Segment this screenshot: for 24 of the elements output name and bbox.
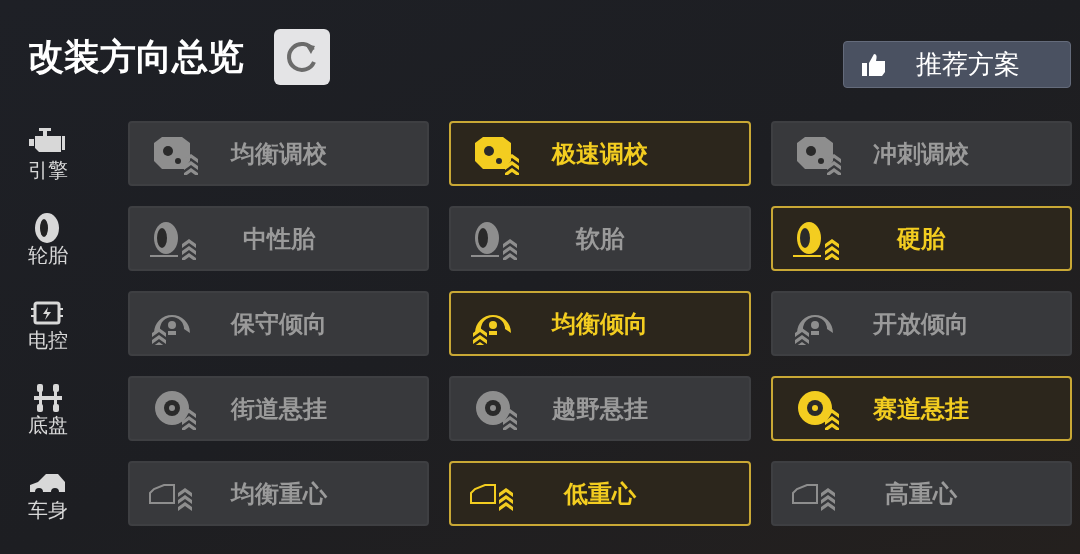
option-card[interactable]: 开放倾向 — [770, 291, 1072, 356]
option-card[interactable]: 均衡倾向 — [449, 291, 751, 356]
option-card[interactable]: 保守倾向 — [128, 291, 430, 356]
option-card[interactable]: 街道悬挂 — [128, 376, 430, 441]
thumbs-up-icon — [862, 53, 886, 76]
option-card[interactable]: 中性胎 — [128, 206, 430, 271]
option-card[interactable]: 赛道悬挂 — [770, 376, 1072, 441]
option-card[interactable]: 极速调校 — [449, 121, 751, 186]
category-label: 轮胎 — [28, 244, 68, 265]
option-card[interactable]: 越野悬挂 — [449, 376, 751, 441]
option-card[interactable]: 均衡调校 — [128, 121, 430, 186]
option-card[interactable]: 高重心 — [770, 461, 1072, 526]
recommend-button[interactable]: 推荐方案 — [843, 41, 1071, 88]
option-card[interactable]: 冲刺调校 — [770, 121, 1072, 186]
category-label: 电控 — [28, 329, 68, 350]
category-label: 车身 — [28, 499, 68, 520]
refresh-button[interactable] — [274, 29, 330, 85]
option-card[interactable]: 硬胎 — [770, 206, 1072, 271]
page-title: 改装方向总览 — [28, 39, 244, 75]
category-label: 引擎 — [28, 159, 68, 180]
option-card[interactable]: 软胎 — [449, 206, 751, 271]
option-card[interactable]: 低重心 — [449, 461, 751, 526]
category-label: 底盘 — [28, 414, 68, 435]
option-card[interactable]: 均衡重心 — [128, 461, 430, 526]
